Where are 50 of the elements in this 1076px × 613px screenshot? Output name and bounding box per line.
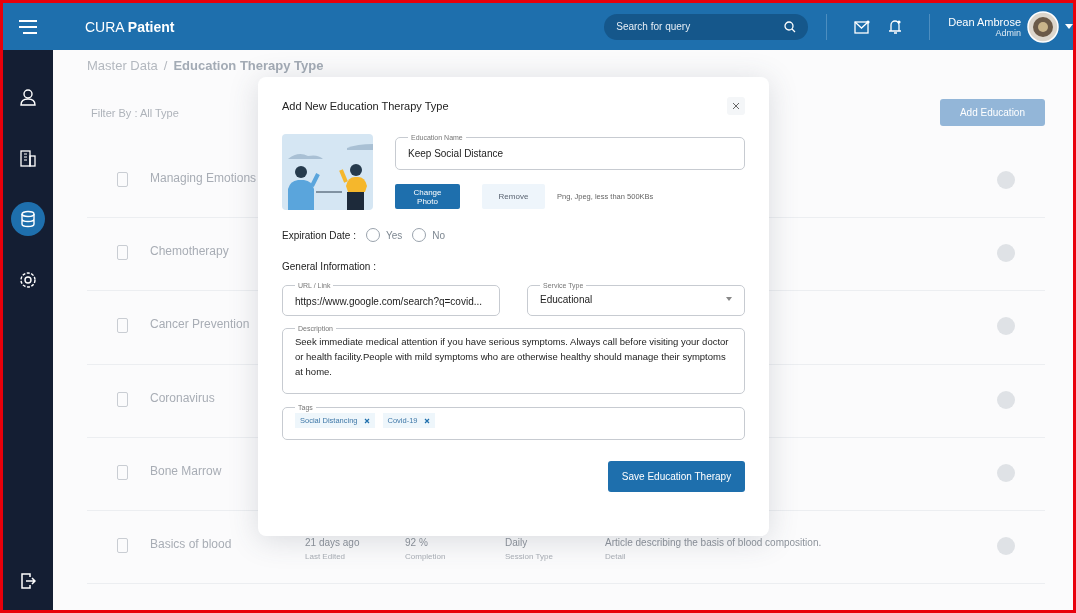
stat-label: Completion (405, 551, 447, 561)
menu-icon[interactable] (18, 19, 38, 34)
database-icon[interactable] (11, 202, 45, 236)
row-title: Basics of blood (150, 536, 233, 551)
logout-icon[interactable] (20, 572, 36, 590)
search-icon[interactable] (784, 20, 797, 33)
document-icon (117, 537, 128, 553)
change-photo-button[interactable]: Change Photo (395, 184, 460, 209)
stat-value: Daily (505, 536, 529, 548)
caret-icon[interactable] (726, 297, 732, 301)
stat-value: 21 days ago (305, 536, 361, 548)
breadcrumb-separator: / (163, 58, 168, 75)
avatar-icon[interactable] (1027, 10, 1059, 43)
search-input[interactable]: Search for query (616, 21, 779, 32)
mail-icon[interactable] (854, 19, 871, 34)
section-title: General Information : (282, 261, 377, 272)
document-icon (117, 172, 128, 187)
modal-title: Add New Education Therapy Type (282, 100, 449, 112)
dropdown-value: Educational (540, 293, 593, 305)
document-icon (117, 391, 128, 407)
caret-icon[interactable] (1065, 24, 1073, 29)
stat-value: 92 % (405, 536, 429, 548)
stat-label: Session Type (505, 551, 554, 561)
breadcrumb-current: Education Therapy Type (173, 58, 324, 75)
save-button[interactable]: Save Education Therapy (608, 461, 745, 492)
stat-value: Article describing the basis of blood composition. (605, 536, 822, 548)
stat-label: Detail (605, 551, 627, 561)
app-title: CURA Patient (85, 18, 176, 35)
row-title: Bone Marrow (150, 463, 223, 478)
user-role: Admin (994, 27, 1021, 38)
expiration-label: Expiration Date : (282, 229, 356, 241)
user-name: Dean Ambrose (948, 15, 1021, 28)
bell-icon[interactable] (888, 18, 903, 35)
document-icon (117, 318, 128, 334)
search-field[interactable]: Search for query (604, 13, 809, 40)
remove-tag-icon[interactable] (363, 417, 370, 424)
remove-button[interactable]: Remove (482, 184, 545, 209)
text-input[interactable]: Keep Social Distance (408, 148, 732, 159)
close-icon[interactable] (732, 102, 740, 110)
document-icon (117, 464, 128, 480)
row-title: Chemotherapy (150, 244, 230, 259)
text-input[interactable]: https://www.google.com/search?q=covid... (295, 296, 487, 307)
remove-tag-icon[interactable] (423, 417, 430, 424)
stat-label: Last Edited (305, 551, 347, 561)
close-button[interactable] (727, 97, 745, 115)
row-title: Coronavirus (150, 390, 216, 405)
document-icon (117, 245, 128, 261)
radio-label[interactable]: Yes (385, 229, 403, 241)
row-title: Managing Emotions (150, 171, 258, 185)
radio-label[interactable]: No (432, 229, 446, 241)
